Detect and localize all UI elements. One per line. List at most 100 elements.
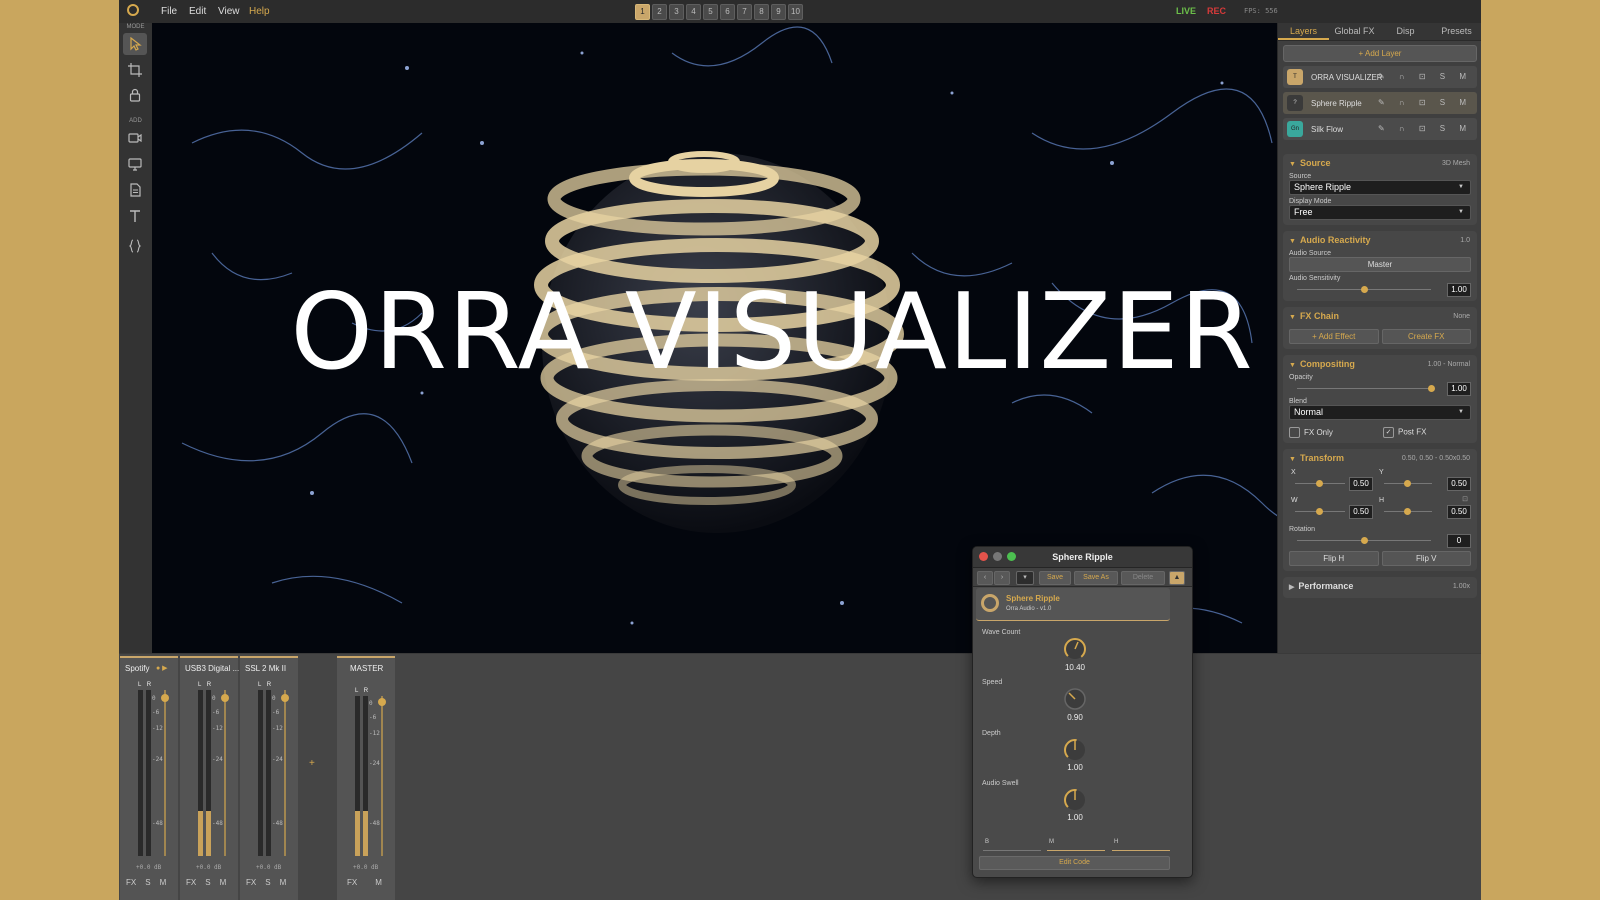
tab-layers[interactable]: Layers [1278,23,1329,40]
pin-icon[interactable]: ▲ [1169,571,1185,585]
preset-3-button[interactable]: 3 [669,4,684,20]
lock-tool-button[interactable] [123,84,147,106]
volume-fader-track[interactable] [381,696,383,856]
audio-sensitivity-slider[interactable]: 1.00 [1289,282,1471,297]
chevron-left-icon[interactable]: ‹ [977,571,993,585]
layer-controls[interactable]: ✎ ∩ ⊡ S M [1378,124,1472,133]
mute-button[interactable]: M [375,878,382,887]
plugin-title-bar[interactable]: Sphere Ripple [973,547,1192,568]
select-tool-button[interactable] [123,33,147,55]
audio-reactivity-header[interactable]: ▼ Audio Reactivity [1289,235,1471,247]
h-input[interactable]: 0.50 [1447,505,1471,519]
preset-5-button[interactable]: 5 [703,4,718,20]
solo-button[interactable]: S [145,878,150,887]
add-layer-button[interactable]: + Add Layer [1283,45,1477,62]
flip-v-button[interactable]: Flip V [1381,551,1471,566]
edit-code-button[interactable]: Edit Code [979,856,1170,870]
fx-button[interactable]: FX [347,878,357,887]
add-video-button[interactable] [123,127,147,149]
delete-button[interactable]: Delete [1121,571,1165,585]
display-mode-dropdown[interactable]: Free ▼ [1289,205,1471,220]
audio-reactivity-value: 1.0 [1460,237,1470,244]
mute-button[interactable]: M [220,878,227,887]
preset-dropdown-button[interactable]: ▾ [1016,571,1034,585]
chevron-right-icon[interactable]: › [994,571,1010,585]
source-dropdown[interactable]: Sphere Ripple ▼ [1289,180,1471,195]
w-input[interactable]: 0.50 [1349,505,1373,519]
opacity-input[interactable]: 1.00 [1447,382,1471,396]
tab-disp[interactable]: Disp [1380,23,1431,40]
menu-view[interactable]: View [218,6,240,17]
audio-source-button[interactable]: Master [1289,257,1471,272]
fx-button[interactable]: FX [126,878,136,887]
volume-fader-track[interactable] [224,690,226,856]
volume-fader-knob[interactable] [281,694,289,702]
post-fx-checkbox[interactable]: ✓ Post FX [1383,427,1426,438]
fx-only-checkbox[interactable]: FX Only [1289,427,1333,438]
fx-chain-header[interactable]: ▼ FX Chain [1289,311,1471,323]
rotation-input[interactable]: 0 [1447,534,1471,548]
canvas-viewport[interactable]: ORRA VISUALIZER [152,23,1392,653]
preset-6-button[interactable]: 6 [720,4,735,20]
mute-button[interactable]: M [280,878,287,887]
volume-fader-knob[interactable] [161,694,169,702]
volume-fader-knob[interactable] [378,698,386,706]
crop-tool-button[interactable] [123,59,147,81]
volume-fader-track[interactable] [164,690,166,856]
menu-edit[interactable]: Edit [189,6,206,17]
menu-file[interactable]: File [161,6,177,17]
tab-presets[interactable]: Presets [1431,23,1481,40]
add-screen-button[interactable] [123,153,147,175]
h-slider-thumb[interactable] [1404,508,1411,515]
rec-button[interactable]: REC [1207,6,1226,16]
add-text-button[interactable] [123,205,147,227]
blend-dropdown[interactable]: Normal ▼ [1289,405,1471,420]
flip-h-button[interactable]: Flip H [1289,551,1379,566]
layer-item-selected[interactable]: ? Sphere Ripple ✎ ∩ ⊡ S M [1283,92,1477,114]
layer-controls[interactable]: ✎ ∩ ⊡ S M [1378,72,1472,81]
rotation-slider[interactable]: 0 [1289,533,1471,548]
layer-item[interactable]: Gn Silk Flow ✎ ∩ ⊡ S M [1283,118,1477,140]
preset-10-button[interactable]: 10 [788,4,803,20]
preset-9-button[interactable]: 9 [771,4,786,20]
layer-controls[interactable]: ✎ ∩ ⊡ S M [1378,98,1472,107]
depth-knob[interactable] [1063,738,1087,762]
speed-knob[interactable] [1063,687,1087,711]
live-button[interactable]: LIVE [1176,6,1196,16]
preset-4-button[interactable]: 4 [686,4,701,20]
w-slider-thumb[interactable] [1316,508,1323,515]
solo-button[interactable]: S [205,878,210,887]
y-slider-thumb[interactable] [1404,480,1411,487]
preset-1-button[interactable]: 1 [635,4,650,20]
add-document-button[interactable] [123,179,147,201]
create-fx-button[interactable]: Create FX [1381,329,1471,344]
preset-7-button[interactable]: 7 [737,4,752,20]
tab-global-fx[interactable]: Global FX [1329,23,1380,40]
x-slider-thumb[interactable] [1316,480,1323,487]
add-effect-button[interactable]: + Add Effect [1289,329,1379,344]
audio-swell-knob[interactable] [1063,788,1087,812]
layer-item[interactable]: T ORRA VISUALIZER ✎ ∩ ⊡ S M [1283,66,1477,88]
x-input[interactable]: 0.50 [1349,477,1373,491]
save-as-button[interactable]: Save As [1074,571,1118,585]
mid-label: M [1049,839,1054,845]
save-button[interactable]: Save [1039,571,1071,585]
wave-count-knob[interactable] [1063,637,1087,661]
audio-sensitivity-input[interactable]: 1.00 [1447,283,1471,297]
performance-header[interactable]: ▶ Performance [1289,581,1471,593]
y-input[interactable]: 0.50 [1447,477,1471,491]
preset-8-button[interactable]: 8 [754,4,769,20]
add-channel-button[interactable]: + [309,758,315,769]
volume-fader-knob[interactable] [221,694,229,702]
fx-button[interactable]: FX [246,878,256,887]
aspect-lock-icon[interactable]: ⊡ [1462,495,1468,503]
solo-button[interactable]: S [265,878,270,887]
fx-button[interactable]: FX [186,878,196,887]
record-dot-icon[interactable]: ● ▶ [156,664,168,672]
opacity-slider[interactable]: 1.00 [1289,381,1471,396]
preset-2-button[interactable]: 2 [652,4,667,20]
menu-help[interactable]: Help [249,6,270,17]
volume-fader-track[interactable] [284,690,286,856]
add-code-button[interactable] [123,235,147,257]
mute-button[interactable]: M [160,878,167,887]
